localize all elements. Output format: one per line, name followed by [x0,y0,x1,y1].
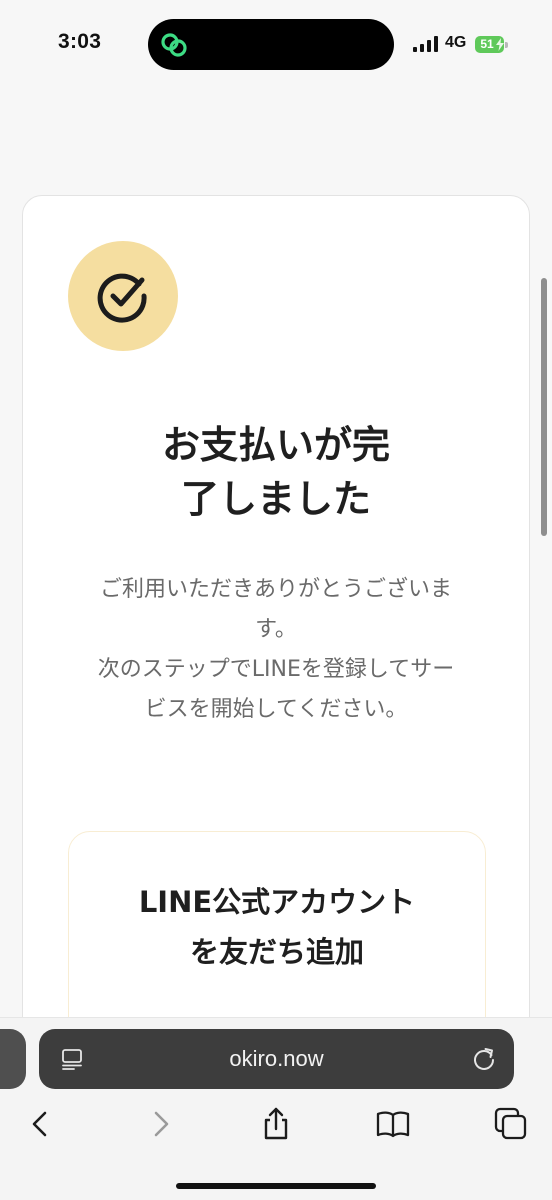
browser-toolbar: okiro.now [0,1017,552,1200]
back-chevron-icon[interactable] [24,1107,58,1141]
link-app-icon [161,33,187,57]
url-text[interactable]: okiro.now [39,1029,514,1089]
network-type: 4G [445,34,467,51]
payment-complete-card: お支払いが完 了しました ご利用いただきありがとうございま す。 次のステップで… [22,195,530,1055]
forward-chevron-icon[interactable] [143,1107,177,1141]
signal-icon [413,36,438,52]
tabs-icon[interactable] [494,1107,528,1141]
status-time: 3:03 [58,30,102,53]
battery-level: 51 [480,37,494,51]
battery-tip [505,42,508,48]
scrollbar[interactable] [541,278,547,536]
line-add-friend-title: LINE公式アカウント を友だち追加 [138,885,416,969]
home-indicator[interactable] [176,1183,376,1189]
thank-you-message: ご利用いただきありがとうございま す。 次のステップでLINEを登録してサー ビ… [97,577,455,722]
dynamic-island[interactable] [148,19,394,70]
address-bar[interactable]: okiro.now [39,1029,514,1089]
status-bar: 3:03 4G 51 [0,0,552,90]
page-title: お支払いが完 了しました [161,423,390,521]
share-icon[interactable] [259,1107,293,1141]
bookmarks-icon[interactable] [376,1107,410,1141]
battery-icon: 51 [475,36,509,53]
previous-tab-preview[interactable] [0,1029,26,1089]
charging-bolt-icon [496,38,504,51]
reload-icon[interactable] [471,1046,497,1072]
check-circle-icon [97,273,147,323]
success-badge [68,241,178,351]
